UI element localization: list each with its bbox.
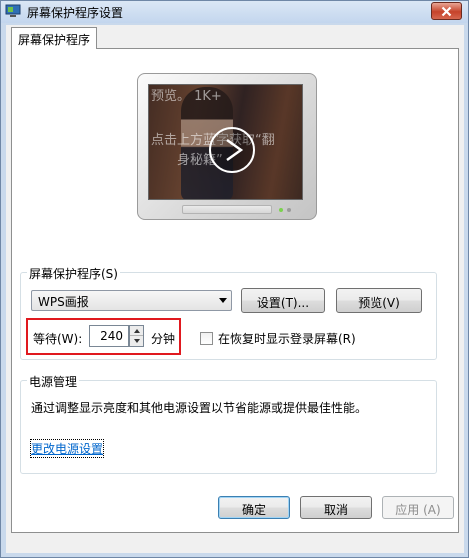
cancel-button[interactable]: 取消: [300, 496, 372, 519]
preview-button[interactable]: 预览(V): [336, 288, 422, 313]
preview-screen: 预览。 1K+ 点击上方蓝字获取“翻 身秘籍”: [148, 84, 303, 200]
window-title: 屏幕保护程序设置: [27, 6, 124, 20]
power-management-group: [20, 380, 437, 474]
arrow-up-icon: [133, 328, 140, 333]
monitor-button-icon: [287, 208, 291, 212]
ok-button[interactable]: 确定: [218, 496, 290, 519]
power-led-icon: [279, 208, 283, 212]
apply-button[interactable]: 应用 (A): [382, 496, 454, 519]
power-management-label: 电源管理: [27, 373, 80, 390]
spin-up-button[interactable]: [130, 326, 143, 336]
monitor-preview: 预览。 1K+ 点击上方蓝字获取“翻 身秘籍”: [137, 73, 317, 220]
screensaver-select[interactable]: WPS画报: [31, 290, 232, 311]
close-button[interactable]: [431, 2, 462, 20]
monitor-icon: [5, 4, 21, 18]
wait-label: 等待(W):: [33, 332, 83, 346]
screensaver-group-label: 屏幕保护程序(S): [27, 265, 120, 282]
screensaver-settings-window: 屏幕保护程序设置 屏幕保护程序 预览。 1K+ 点击上方蓝字获取“翻 身秘籍”: [0, 0, 469, 558]
resume-logon-label[interactable]: 在恢复时显示登录屏幕(R): [218, 330, 356, 347]
resume-logon-checkbox[interactable]: [200, 332, 213, 345]
monitor-stand-bar: [182, 205, 272, 214]
wait-minutes-input[interactable]: 240: [89, 325, 129, 347]
power-description: 通过调整显示亮度和其他电源设置以节省能源或提供最佳性能。: [31, 401, 368, 415]
screensaver-select-value: WPS画报: [38, 295, 89, 309]
play-icon: [209, 127, 255, 173]
tab-screensaver[interactable]: 屏幕保护程序: [11, 27, 97, 49]
minutes-label: 分钟: [151, 332, 176, 346]
spin-down-button[interactable]: [130, 336, 143, 346]
chevron-down-icon: [219, 298, 227, 303]
settings-button[interactable]: 设置(T)...: [241, 288, 325, 313]
wait-minutes-stepper: [129, 325, 144, 347]
change-power-settings-link[interactable]: 更改电源设置: [29, 439, 105, 458]
title-bar[interactable]: 屏幕保护程序设置: [1, 1, 468, 23]
close-icon: [441, 6, 452, 16]
preview-text-top: 预览。 1K+: [151, 89, 222, 104]
arrow-down-icon: [133, 339, 140, 343]
